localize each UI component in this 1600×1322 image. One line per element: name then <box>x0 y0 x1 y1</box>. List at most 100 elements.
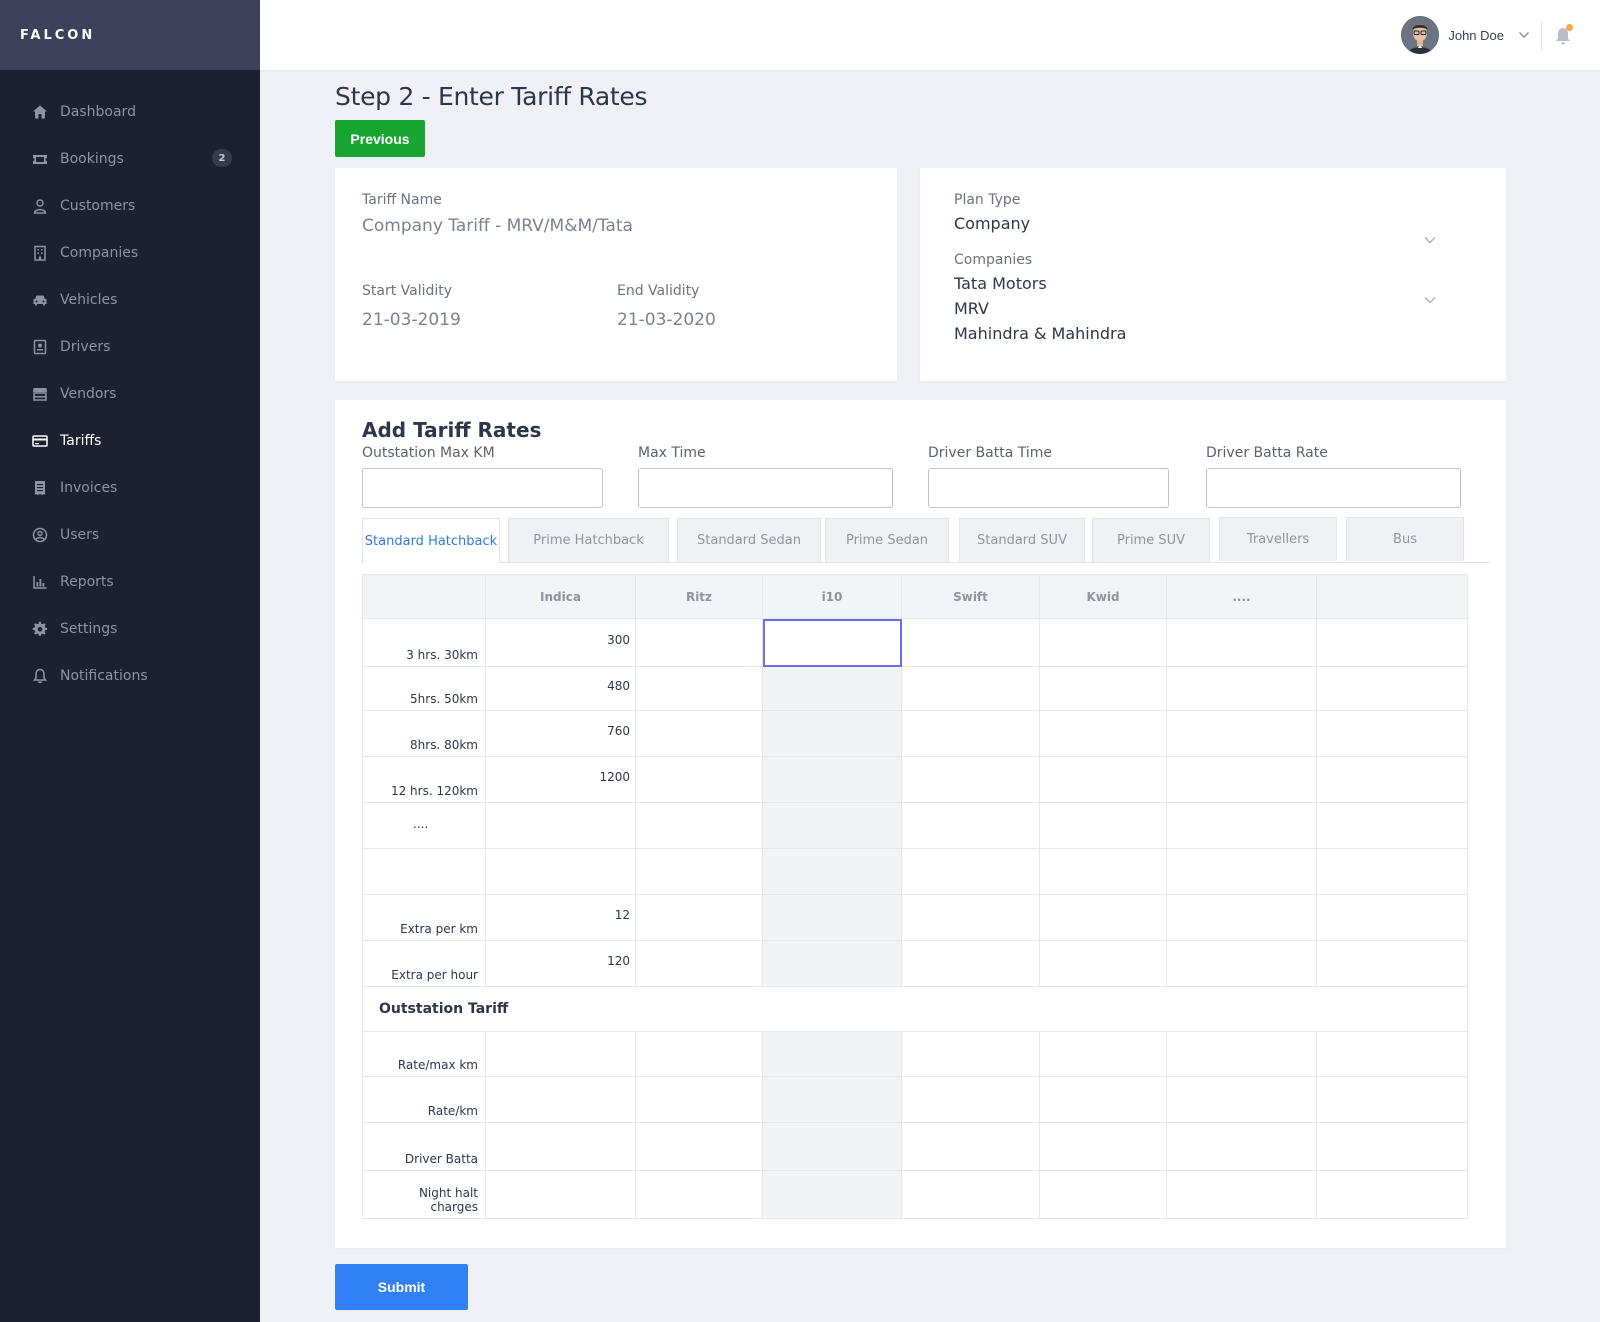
rate-cell[interactable] <box>1316 666 1468 711</box>
sidebar-item-notifications[interactable]: Notifications <box>0 652 260 699</box>
rate-cell[interactable] <box>1039 1122 1167 1171</box>
rate-cell[interactable] <box>1039 710 1167 757</box>
rate-cell[interactable] <box>762 848 902 895</box>
rate-cell[interactable] <box>1166 1122 1317 1171</box>
rate-cell[interactable] <box>635 1031 763 1077</box>
tab-standard-suv[interactable]: Standard SUV <box>959 518 1085 562</box>
rate-cell[interactable] <box>1316 1170 1468 1219</box>
rate-cell[interactable] <box>1316 1122 1468 1171</box>
sidebar-item-customers[interactable]: Customers <box>0 182 260 229</box>
sidebar-item-bookings[interactable]: Bookings 2 <box>0 135 260 182</box>
rate-cell[interactable] <box>485 1170 636 1219</box>
rate-cell[interactable] <box>901 756 1040 803</box>
end-validity-value[interactable]: 21-03-2020 <box>617 310 716 330</box>
rate-cell[interactable] <box>635 666 763 711</box>
tab-standard-sedan[interactable]: Standard Sedan <box>677 518 821 562</box>
rate-cell[interactable] <box>901 894 1040 941</box>
rate-cell[interactable] <box>635 848 763 895</box>
outstation-max-km-input[interactable] <box>362 468 603 508</box>
rate-cell[interactable] <box>485 1031 636 1077</box>
rate-cell[interactable] <box>762 1170 902 1219</box>
rate-cell[interactable] <box>1166 756 1317 803</box>
chevron-down-icon[interactable] <box>1423 295 1437 305</box>
rate-cell[interactable] <box>485 1122 636 1171</box>
rate-cell[interactable] <box>1316 710 1468 757</box>
rate-cell[interactable] <box>901 1170 1040 1219</box>
sidebar-item-vendors[interactable]: Vendors <box>0 370 260 417</box>
sidebar-item-companies[interactable]: Companies <box>0 229 260 276</box>
tab-prime-hatchback[interactable]: Prime Hatchback <box>508 518 669 562</box>
rate-cell[interactable] <box>1166 666 1317 711</box>
rate-cell[interactable] <box>901 1076 1040 1123</box>
rate-cell[interactable] <box>635 710 763 757</box>
rate-cell[interactable]: 12 <box>485 894 636 941</box>
rate-cell[interactable] <box>1039 756 1167 803</box>
rate-cell[interactable] <box>635 802 763 849</box>
rate-cell[interactable] <box>485 848 636 895</box>
rate-cell[interactable] <box>635 1170 763 1219</box>
rate-cell[interactable] <box>1316 1076 1468 1123</box>
brand-logo[interactable]: FALCON <box>0 0 260 70</box>
company-option[interactable]: Tata Motors <box>954 271 1047 296</box>
rate-cell[interactable] <box>635 940 763 987</box>
rate-cell[interactable] <box>1166 710 1317 757</box>
rate-cell[interactable] <box>762 756 902 803</box>
sidebar-item-users[interactable]: Users <box>0 511 260 558</box>
rate-cell[interactable] <box>485 802 636 849</box>
sidebar-item-invoices[interactable]: Invoices <box>0 464 260 511</box>
avatar[interactable] <box>1401 16 1440 54</box>
rate-cell[interactable] <box>762 1122 902 1171</box>
rate-cell[interactable]: 1200 <box>485 756 636 803</box>
chevron-down-icon[interactable] <box>1518 29 1530 41</box>
rate-cell[interactable] <box>762 666 902 711</box>
rate-cell[interactable] <box>1039 1076 1167 1123</box>
rate-cell[interactable] <box>1316 848 1468 895</box>
rate-cell-focused[interactable] <box>762 618 902 667</box>
chevron-down-icon[interactable] <box>1423 235 1437 245</box>
rate-cell[interactable] <box>1316 940 1468 987</box>
sidebar-item-settings[interactable]: Settings <box>0 605 260 652</box>
rate-cell[interactable] <box>901 940 1040 987</box>
rate-cell[interactable] <box>635 756 763 803</box>
rate-cell[interactable] <box>1166 848 1317 895</box>
plan-type-select[interactable]: Company <box>954 211 1030 236</box>
rate-cell[interactable]: 760 <box>485 710 636 757</box>
rate-cell[interactable]: 300 <box>485 618 636 667</box>
rate-cell[interactable] <box>762 1076 902 1123</box>
rate-cell[interactable] <box>1316 756 1468 803</box>
rate-cell[interactable] <box>1166 894 1317 941</box>
rate-cell[interactable] <box>1316 618 1468 667</box>
rate-cell[interactable] <box>1166 618 1317 667</box>
start-validity-value[interactable]: 21-03-2019 <box>362 310 461 330</box>
tab-prime-sedan[interactable]: Prime Sedan <box>825 518 949 562</box>
rate-cell[interactable] <box>635 1122 763 1171</box>
rate-cell[interactable]: 480 <box>485 666 636 711</box>
rate-cell[interactable] <box>901 1031 1040 1077</box>
rate-cell[interactable] <box>1039 618 1167 667</box>
sidebar-item-drivers[interactable]: Drivers <box>0 323 260 370</box>
rate-cell[interactable] <box>1166 940 1317 987</box>
rate-cell[interactable] <box>485 1076 636 1123</box>
rate-cell[interactable] <box>762 802 902 849</box>
rate-cell[interactable] <box>762 940 902 987</box>
rate-cell[interactable] <box>1039 940 1167 987</box>
rate-cell[interactable] <box>901 848 1040 895</box>
rate-cell[interactable] <box>901 1122 1040 1171</box>
rate-cell[interactable] <box>762 1031 902 1077</box>
rate-cell[interactable] <box>1316 894 1468 941</box>
sidebar-item-vehicles[interactable]: Vehicles <box>0 276 260 323</box>
rate-cell[interactable] <box>901 710 1040 757</box>
rate-cell[interactable] <box>1039 802 1167 849</box>
rate-cell[interactable] <box>1316 802 1468 849</box>
sidebar-item-reports[interactable]: Reports <box>0 558 260 605</box>
submit-button[interactable]: Submit <box>335 1264 468 1310</box>
driver-batta-time-input[interactable] <box>928 468 1169 508</box>
rate-cell[interactable] <box>635 894 763 941</box>
rate-cell[interactable] <box>635 618 763 667</box>
rate-cell[interactable] <box>1166 802 1317 849</box>
rate-cell[interactable] <box>1039 1170 1167 1219</box>
tab-prime-suv[interactable]: Prime SUV <box>1092 518 1210 562</box>
user-menu[interactable]: John Doe <box>1401 16 1530 54</box>
driver-batta-rate-input[interactable] <box>1206 468 1461 508</box>
company-option[interactable]: MRV <box>954 296 989 321</box>
